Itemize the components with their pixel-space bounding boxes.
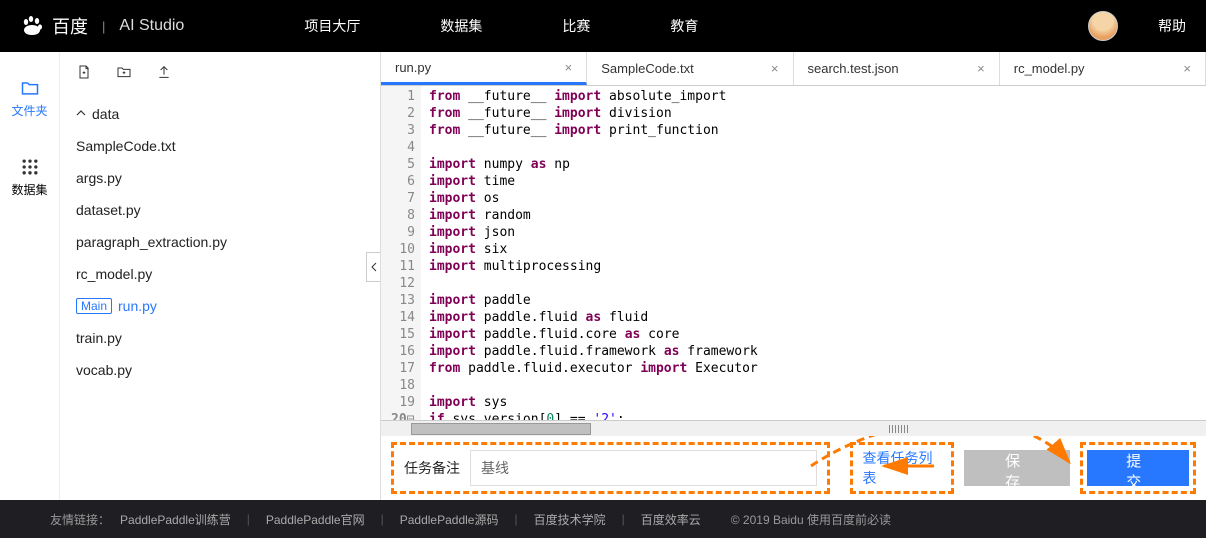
scroll-thumb[interactable] <box>411 423 591 435</box>
footer-copyright: © 2019 Baidu 使用百度前必读 <box>731 511 891 528</box>
chevron-down-icon <box>76 109 86 119</box>
tab-search[interactable]: search.test.json × <box>794 52 1000 85</box>
folder-icon <box>20 78 40 98</box>
close-icon[interactable]: × <box>771 61 779 76</box>
nav-education[interactable]: 教育 <box>670 16 698 36</box>
logo-text: 百度 <box>52 13 88 39</box>
task-note-box: 任务备注 <box>391 442 830 494</box>
tree-item-label: run.py <box>118 298 157 314</box>
new-folder-icon[interactable] <box>116 64 132 80</box>
tab-rcmodel[interactable]: rc_model.py × <box>1000 52 1206 85</box>
avatar[interactable] <box>1088 11 1118 41</box>
footer-link[interactable]: PaddlePaddle源码 <box>400 511 499 528</box>
rail-datasets[interactable]: 数据集 <box>0 149 59 206</box>
task-label: 任务备注 <box>404 458 460 478</box>
tab-label: rc_model.py <box>1014 61 1085 76</box>
rail-files[interactable]: 文件夹 <box>0 70 59 127</box>
new-file-icon[interactable] <box>76 64 92 80</box>
scroll-grip-icon <box>889 425 909 433</box>
editor-tabs: run.py × SampleCode.txt × search.test.json… <box>381 52 1206 86</box>
nav-datasets[interactable]: 数据集 <box>440 16 482 36</box>
nav-projects[interactable]: 项目大厅 <box>304 16 360 36</box>
tree-item-run[interactable]: Main run.py <box>76 290 364 322</box>
horizontal-scrollbar[interactable] <box>381 420 1206 436</box>
tab-label: run.py <box>395 60 431 75</box>
tree-item[interactable]: vocab.py <box>76 354 364 386</box>
footer-link[interactable]: PaddlePaddle官网 <box>266 511 365 528</box>
editor: run.py × SampleCode.txt × search.test.json… <box>380 52 1206 500</box>
tab-sample[interactable]: SampleCode.txt × <box>587 52 793 85</box>
tree-folder-data[interactable]: data <box>76 98 364 130</box>
close-icon[interactable]: × <box>1183 61 1191 76</box>
logo-sub: AI Studio <box>119 17 184 35</box>
footer-link[interactable]: 百度技术学院 <box>534 511 606 528</box>
main-badge: Main <box>76 298 112 314</box>
tab-label: SampleCode.txt <box>601 61 694 76</box>
baidu-paw-icon <box>20 14 44 38</box>
submit-box: 提 交 <box>1080 442 1196 494</box>
rail-datasets-label: 数据集 <box>11 181 47 198</box>
chevron-left-icon <box>371 262 377 272</box>
footer: 友情链接： PaddlePaddle训练营| PaddlePaddle官网| P… <box>0 500 1206 538</box>
view-list-box: 查看任务列表 <box>850 442 954 494</box>
tree-item[interactable]: train.py <box>76 322 364 354</box>
logo[interactable]: 百度 | AI Studio <box>20 13 184 39</box>
submit-button[interactable]: 提 交 <box>1087 450 1189 486</box>
footer-link[interactable]: PaddlePaddle训练营 <box>120 511 231 528</box>
footer-prefix: 友情链接： <box>50 511 110 528</box>
rail-files-label: 文件夹 <box>11 102 47 119</box>
tree-item[interactable]: SampleCode.txt <box>76 130 364 162</box>
left-rail: 文件夹 数据集 <box>0 52 60 500</box>
tab-run[interactable]: run.py × <box>381 52 587 85</box>
tree-folder-label: data <box>92 106 119 122</box>
tree-item[interactable]: args.py <box>76 162 364 194</box>
close-icon[interactable]: × <box>977 61 985 76</box>
file-tree: data SampleCode.txt args.py dataset.py p… <box>60 92 380 392</box>
save-button[interactable]: 保 存 <box>964 450 1070 486</box>
logo-separator: | <box>102 19 105 34</box>
top-header: 百度 | AI Studio 项目大厅 数据集 比赛 教育 帮助 <box>0 0 1206 52</box>
help-link[interactable]: 帮助 <box>1158 16 1186 36</box>
tree-item[interactable]: paragraph_extraction.py <box>76 226 364 258</box>
tree-item[interactable]: rc_model.py <box>76 258 364 290</box>
upload-icon[interactable] <box>156 64 172 80</box>
code-area[interactable]: 1234567891011121314151617181920⊟21222324… <box>381 86 1206 420</box>
close-icon[interactable]: × <box>565 60 573 75</box>
grid-icon <box>20 157 40 177</box>
footer-link[interactable]: 百度效率云 <box>641 511 701 528</box>
task-input[interactable] <box>470 450 817 486</box>
collapse-handle[interactable] <box>366 252 380 282</box>
bottom-bar: 任务备注 查看任务列表 保 存 提 交 <box>381 436 1206 500</box>
code-content[interactable]: from __future__ import absolute_importfr… <box>421 86 766 420</box>
view-task-list-link[interactable]: 查看任务列表 <box>863 448 941 488</box>
tab-label: search.test.json <box>808 61 899 76</box>
line-gutter: 1234567891011121314151617181920⊟21222324 <box>381 86 421 420</box>
file-toolbar <box>60 52 380 92</box>
file-panel: data SampleCode.txt args.py dataset.py p… <box>60 52 380 500</box>
nav-competitions[interactable]: 比赛 <box>562 16 590 36</box>
tree-item[interactable]: dataset.py <box>76 194 364 226</box>
top-nav: 项目大厅 数据集 比赛 教育 <box>304 16 1088 36</box>
